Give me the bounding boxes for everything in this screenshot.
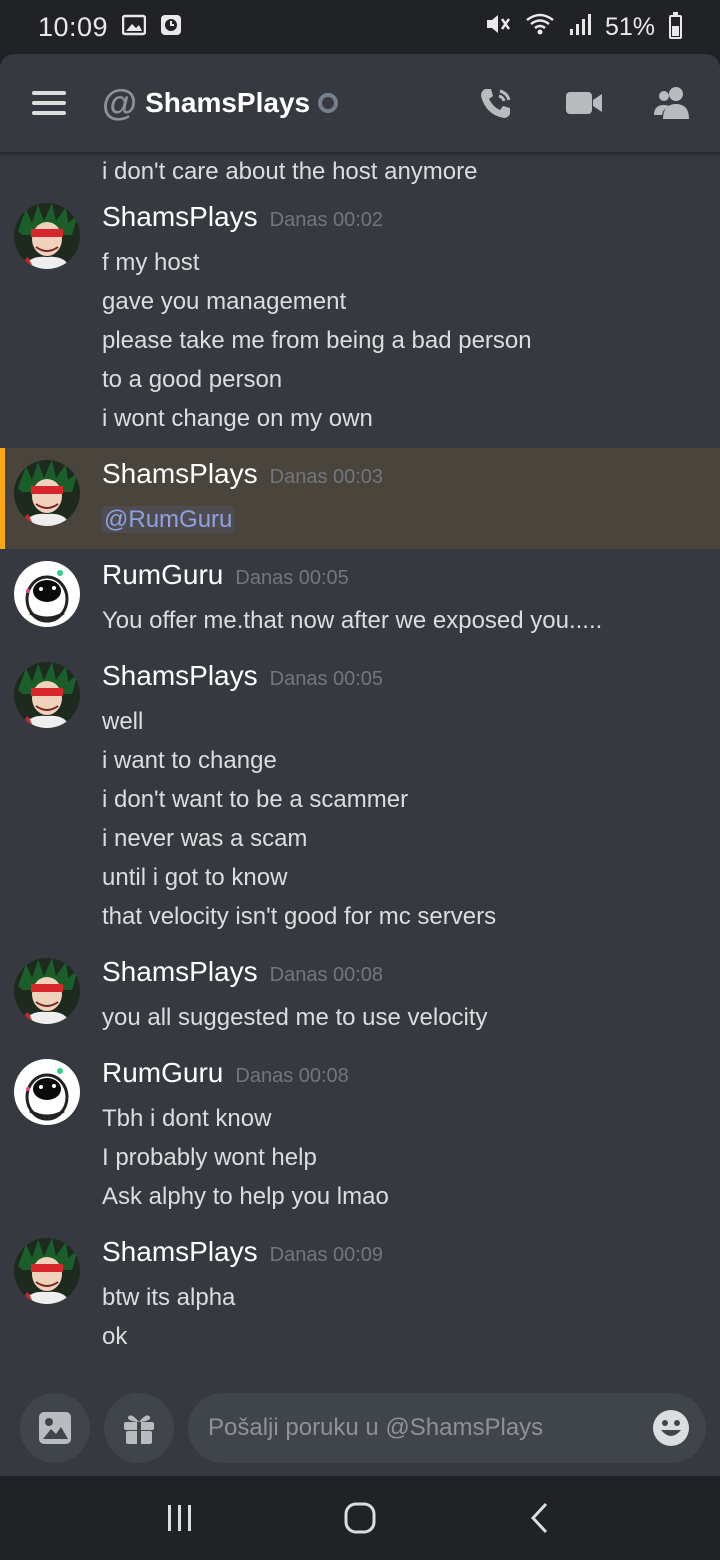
message-line: to a good person xyxy=(102,366,283,393)
menu-icon[interactable] xyxy=(32,91,66,115)
message-line: i want to change xyxy=(102,747,277,774)
message-timestamp: Danas 00:08 xyxy=(235,1065,349,1087)
emoji-icon[interactable] xyxy=(652,1409,690,1447)
message-header: ShamsPlays Danas 00:09 xyxy=(102,1236,700,1278)
message-header: ShamsPlays Danas 00:03 xyxy=(102,458,700,500)
message-line: you all suggested me to use velocity xyxy=(102,1004,488,1031)
channel-header: @ ShamsPlays xyxy=(0,54,720,152)
message-timestamp: Danas 00:05 xyxy=(269,668,384,690)
discord-dm-screen: 10:09 51% @ ShamsPlays i don't care abou… xyxy=(0,0,720,1560)
message-line: @RumGuru xyxy=(102,500,700,539)
avatar[interactable] xyxy=(14,662,80,728)
recent-apps-icon[interactable] xyxy=(150,1488,210,1548)
avatar[interactable] xyxy=(14,203,80,269)
home-icon[interactable] xyxy=(330,1488,390,1548)
header-actions xyxy=(476,83,692,123)
members-icon[interactable] xyxy=(652,83,692,123)
message-line: Tbh i dont know xyxy=(102,1105,272,1132)
message-line: btw its alpha xyxy=(102,1284,236,1311)
message-timestamp: Danas 00:08 xyxy=(269,964,384,986)
call-icon[interactable] xyxy=(476,83,516,123)
status-time: 10:09 xyxy=(38,11,109,42)
gift-button[interactable] xyxy=(104,1393,174,1463)
mute-icon xyxy=(485,12,511,43)
signal-icon xyxy=(569,12,591,43)
message-line: You offer me.that now after we exposed y… xyxy=(102,607,603,634)
message-line: ok xyxy=(102,1323,128,1350)
message-input-box xyxy=(188,1393,706,1463)
author-name[interactable]: ShamsPlays xyxy=(102,1236,258,1268)
author-name[interactable]: RumGuru xyxy=(102,559,223,591)
author-name[interactable]: ShamsPlays xyxy=(102,956,258,988)
message-line: well xyxy=(102,708,144,735)
message-group[interactable]: RumGuru Danas 00:08 Tbh i dont know I proba… xyxy=(0,1047,720,1226)
message-group[interactable]: ShamsPlays Danas 00:09 btw its alpha ok xyxy=(0,1226,720,1366)
image-icon xyxy=(39,1412,71,1444)
message-line: please take me from being a bad person xyxy=(102,327,532,354)
message-group[interactable]: ShamsPlays Danas 00:02 f my host gave you m… xyxy=(0,191,720,448)
message-timestamp: Danas 00:05 xyxy=(235,567,349,589)
message-composer xyxy=(0,1380,720,1476)
video-icon[interactable] xyxy=(564,83,604,123)
mention-highlight-bar xyxy=(0,448,5,549)
author-name[interactable]: RumGuru xyxy=(102,1057,223,1089)
author-name[interactable]: ShamsPlays xyxy=(102,458,258,490)
image-upload-button[interactable] xyxy=(20,1393,90,1463)
message-line: i never was a scam xyxy=(102,825,308,852)
message-line: I probably wont help xyxy=(102,1144,317,1171)
message-line: i don't want to be a scammer xyxy=(102,786,409,813)
message-header: RumGuru Danas 00:05 xyxy=(102,559,700,601)
author-name[interactable]: ShamsPlays xyxy=(102,660,258,692)
clock-notification-icon xyxy=(160,14,182,41)
system-navigation-bar xyxy=(0,1476,720,1560)
battery-percentage: 51% xyxy=(604,12,655,41)
message-line: f my host xyxy=(102,249,200,276)
gallery-notification-icon xyxy=(121,14,147,41)
status-bar: 10:09 51% xyxy=(0,0,720,54)
message-header: ShamsPlays Danas 00:05 xyxy=(102,660,700,702)
message-line: Ask alphy to help you lmao xyxy=(102,1183,389,1210)
message-header: ShamsPlays Danas 00:02 xyxy=(102,201,700,243)
message-input[interactable] xyxy=(208,1414,628,1442)
message-group[interactable]: ShamsPlays Danas 00:05 well i want to chang… xyxy=(0,650,720,946)
message-line: until i got to know xyxy=(102,864,288,891)
message-line: gave you management xyxy=(102,288,347,315)
continued-message: i don't care about the host anymore xyxy=(102,158,478,185)
offline-status-icon xyxy=(318,93,339,113)
message-line: i wont change on my own xyxy=(102,405,373,432)
avatar[interactable] xyxy=(14,1238,80,1304)
message-group[interactable]: ShamsPlays Danas 00:08 you all suggested m… xyxy=(0,946,720,1047)
message-group[interactable]: RumGuru Danas 00:05 You offer me.that now … xyxy=(0,549,720,650)
battery-icon xyxy=(669,12,682,39)
message-timestamp: Danas 00:03 xyxy=(269,466,384,488)
battery-fill xyxy=(672,25,679,36)
user-mention[interactable]: @RumGuru xyxy=(102,506,235,533)
avatar[interactable] xyxy=(14,460,80,526)
message-timestamp: Danas 00:09 xyxy=(269,1244,384,1266)
message-header: ShamsPlays Danas 00:08 xyxy=(102,956,700,998)
avatar[interactable] xyxy=(14,561,80,627)
status-right: 51% xyxy=(485,12,682,43)
message-timestamp: Danas 00:02 xyxy=(269,209,384,231)
avatar[interactable] xyxy=(14,1059,80,1125)
author-name[interactable]: ShamsPlays xyxy=(102,201,258,233)
wifi-icon xyxy=(525,12,555,43)
gift-icon xyxy=(124,1415,154,1444)
message-header: RumGuru Danas 00:08 xyxy=(102,1057,700,1099)
message-group[interactable]: ShamsPlays Danas 00:03 @RumGuru xyxy=(0,448,720,549)
message-list[interactable]: i don't care about the host anymore Sham… xyxy=(0,152,720,1372)
avatar[interactable] xyxy=(14,958,80,1024)
at-icon: @ xyxy=(102,82,138,123)
channel-title[interactable]: ShamsPlays xyxy=(145,87,310,119)
message-line: that velocity isn't good for mc servers xyxy=(102,903,497,930)
back-icon[interactable] xyxy=(510,1488,570,1548)
